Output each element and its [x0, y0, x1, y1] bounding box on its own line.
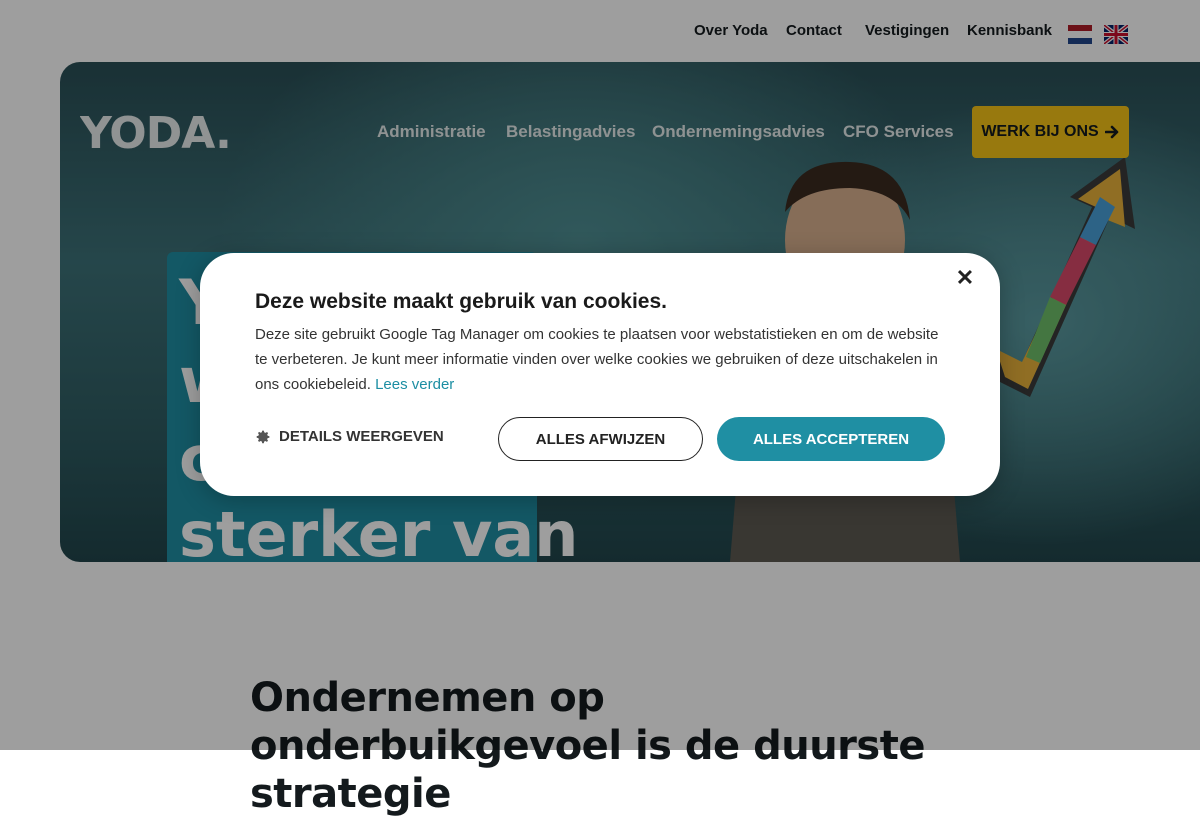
gear-icon: [256, 430, 270, 443]
read-more-link[interactable]: Lees verder: [375, 376, 454, 393]
cookie-dialog-body: Deze site gebruikt Google Tag Manager om…: [255, 322, 955, 397]
show-details-label: DETAILS WEERGEVEN: [279, 428, 444, 445]
close-icon[interactable]: ✕: [952, 265, 978, 291]
reject-all-button[interactable]: ALLES AFWIJZEN: [498, 417, 703, 461]
cookie-consent-dialog: ✕ Deze website maakt gebruik van cookies…: [200, 253, 1000, 496]
cookie-dialog-title: Deze website maakt gebruik van cookies.: [255, 290, 668, 313]
accept-all-button[interactable]: ALLES ACCEPTEREN: [717, 417, 945, 461]
cookie-body-text: Deze site gebruikt Google Tag Manager om…: [255, 326, 939, 393]
show-details-button[interactable]: DETAILS WEERGEVEN: [255, 428, 444, 445]
